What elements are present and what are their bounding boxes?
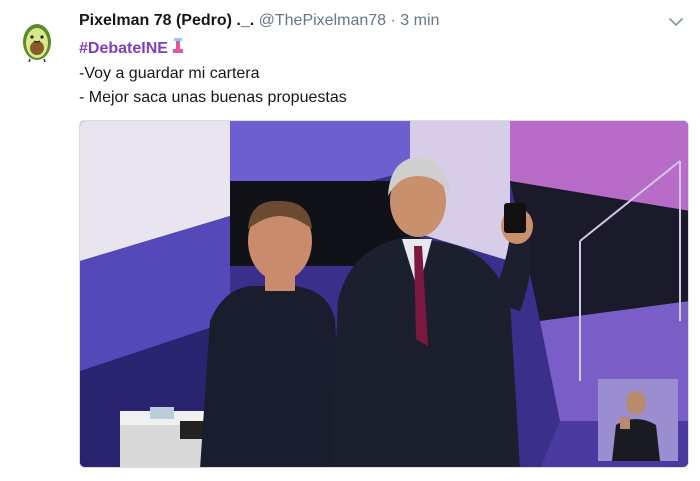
tweet-line: -Voy a guardar mi cartera (79, 65, 260, 82)
avocado-icon[interactable] (20, 20, 54, 63)
tweet-timestamp[interactable]: 3 min (400, 12, 439, 29)
tweet-line: - Mejor saca unas buenas propuestas (79, 89, 347, 106)
separator-dot: · (390, 12, 396, 29)
tweet-header: Pixelman 78 (Pedro) ._. @ThePixelman78 ·… (79, 12, 439, 34)
hashtag-link[interactable]: #DebateINE (79, 37, 168, 61)
tweet-media-image[interactable] (79, 120, 689, 468)
tweet-text: #DebateINE -Voy a guardar mi cartera - M… (79, 36, 347, 110)
chevron-down-icon[interactable] (668, 15, 684, 27)
user-handle[interactable]: @ThePixelman78 (259, 12, 386, 29)
display-name[interactable]: Pixelman 78 (Pedro) ._. (79, 12, 254, 29)
podium-emoji-icon (171, 36, 185, 62)
tweet-card[interactable]: Pixelman 78 (Pedro) ._. @ThePixelman78 ·… (0, 0, 700, 481)
